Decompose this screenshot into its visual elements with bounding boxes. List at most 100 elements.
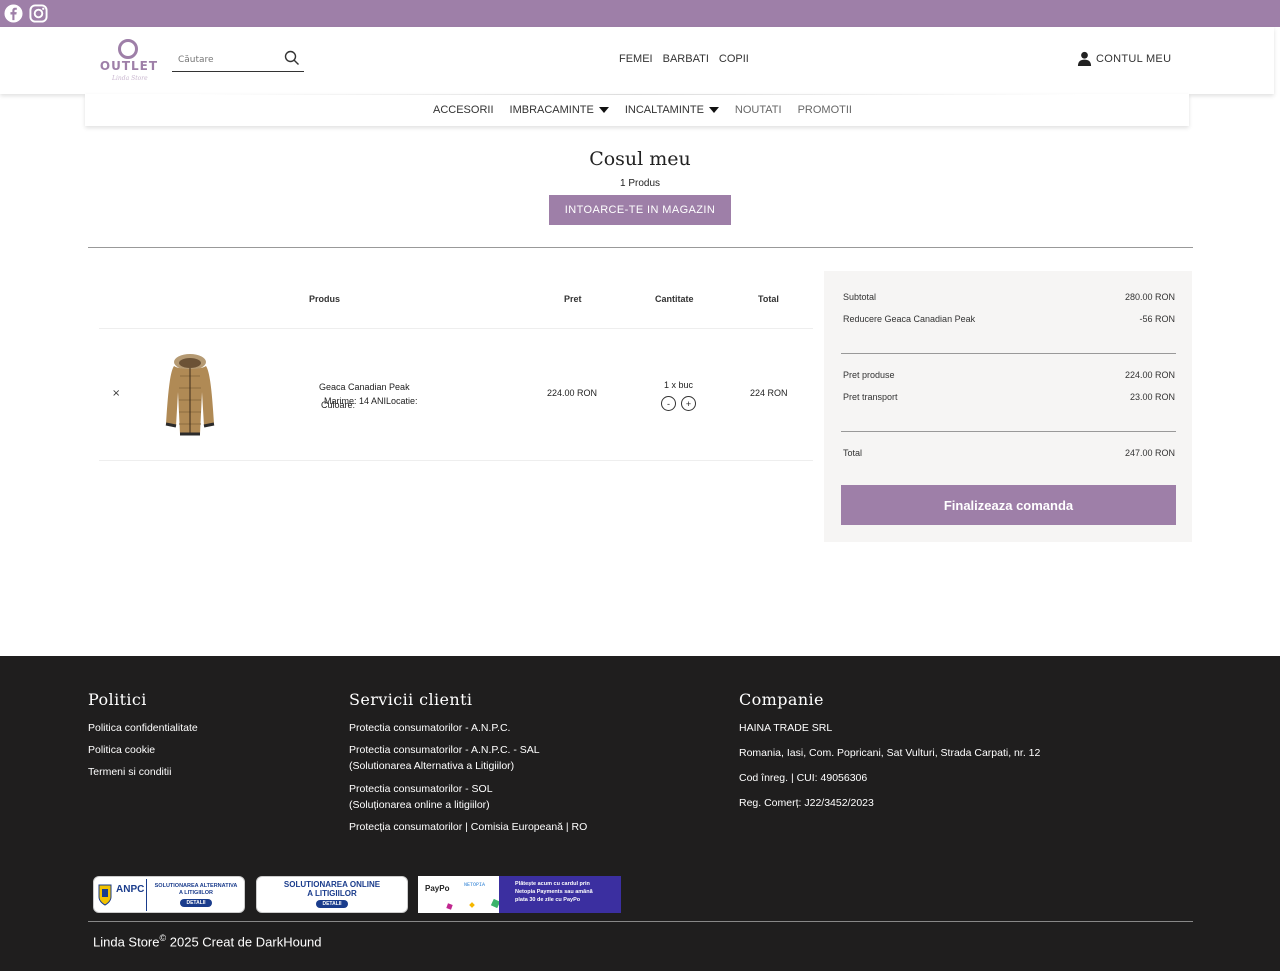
total-value: 247.00 RON [1124, 448, 1175, 458]
nav-promotii[interactable]: PROMOTII [798, 104, 852, 116]
page-title: Cosul meu [589, 148, 691, 170]
discount-value: -56 RON [1139, 314, 1175, 324]
account-link[interactable]: CONTUL MEU [1077, 51, 1171, 66]
nav-incaltaminte[interactable]: INCALTAMINTE [625, 104, 719, 116]
category-nav-bar: ACCESORII IMBRACAMINTE INCALTAMINTE NOUT… [85, 94, 1189, 126]
user-icon [1077, 51, 1092, 66]
anpc-sal-text1: SOLUTIONAREA ALTERNATIVA [154, 883, 238, 889]
footer-link-privacy[interactable]: Politica confidentialitate [88, 720, 198, 736]
search-box [172, 50, 304, 72]
netopia-paypo-badge[interactable]: PayPo NETOPIA Plătește acum cu cardul pr… [418, 876, 621, 913]
divider [841, 353, 1176, 354]
company-reg: Reg. Comerț: J22/3452/2023 [739, 797, 874, 809]
caret-down-icon [708, 107, 719, 113]
anpc-sal-badge[interactable]: ANPC SOLUTIONAREA ALTERNATIVA A LITIGIIL… [93, 876, 245, 913]
logo-subtext: Linda Store [112, 75, 148, 82]
nav-barbati[interactable]: BARBATI [663, 53, 709, 65]
nav-noutati[interactable]: NOUTATI [735, 104, 782, 116]
nav-incaltaminte-label: INCALTAMINTE [624, 104, 704, 116]
shipping-label: Pret transport [843, 392, 898, 402]
back-to-shop-button[interactable]: INTOARCE-TE IN MAGAZIN [549, 195, 731, 225]
netopia-text3: plata 30 de zile cu PayPo [515, 897, 581, 903]
total-label: Total [843, 448, 863, 458]
copyright-brand: Linda Store [93, 934, 160, 950]
nav-femei[interactable]: FEMEI [619, 53, 653, 65]
anpc-sal-text2: A LITIGIILOR [178, 890, 213, 896]
footer-link-sol[interactable]: Protectia consumatorilor - SOL [349, 781, 493, 797]
netopia-text1: Plătește acum cu cardul prin [515, 881, 590, 887]
company-cui: Cod înreg. | CUI: 49056306 [739, 772, 868, 784]
quantity-label: 1 x buc [664, 380, 694, 390]
facebook-icon[interactable] [4, 4, 23, 23]
footer-link-sol-desc[interactable]: (Soluționarea online a litigiilor) [349, 797, 490, 813]
search-icon[interactable] [284, 50, 300, 66]
column-header-price: Pret [564, 294, 582, 304]
footer-heading-servicii: Servicii clienti [349, 690, 473, 709]
search-input[interactable] [178, 53, 278, 67]
column-header-total: Total [758, 294, 779, 304]
footer-link-terms[interactable]: Termeni si conditii [88, 764, 171, 780]
logo-ring-icon [118, 39, 138, 59]
shipping-value: 23.00 RON [1129, 392, 1175, 402]
divider [88, 247, 1193, 248]
copyright: Linda Store© 2025 Creat de DarkHound [93, 933, 322, 949]
paypo-brand: PayPo [425, 884, 450, 893]
product-price: 224.00 RON [547, 388, 598, 398]
site-footer: Politici Politica confidentialitate Poli… [0, 656, 1280, 971]
netopia-text2: Netopia Payments sau amână [515, 889, 593, 895]
subtotal-label: Subtotal [843, 292, 877, 302]
footer-link-cookie[interactable]: Politica cookie [88, 742, 155, 758]
company-address: Romania, Iasi, Com. Popricani, Sat Vultu… [739, 747, 1041, 759]
nav-accesorii[interactable]: ACCESORII [433, 104, 494, 116]
anpc-sol-badge[interactable]: SOLUTIONAREA ONLINE A LITIGIILOR DETALII [256, 876, 408, 913]
footer-heading-companie: Companie [739, 690, 824, 709]
footer-link-anpc[interactable]: Protectia consumatorilor - A.N.P.C. [349, 720, 510, 736]
anpc-sol-details-button: DETALII [316, 900, 348, 908]
account-label: CONTUL MEU [1096, 52, 1172, 65]
table-divider [99, 460, 813, 461]
anpc-crest-icon [98, 884, 112, 906]
products-price-label: Pret produse [843, 370, 895, 380]
nav-imbracaminte-label: IMBRACAMINTE [509, 104, 594, 116]
outlet-logo[interactable]: OUTLET Linda Store [98, 39, 160, 83]
remove-item-button[interactable]: × [112, 388, 120, 399]
netopia-brand: NETOPIA [464, 882, 486, 888]
instagram-icon[interactable] [29, 4, 48, 23]
divider [841, 431, 1176, 432]
logo-text: OUTLET [99, 59, 159, 73]
quantity-increase-button[interactable]: + [681, 396, 696, 411]
subtotal-value: 280.00 RON [1124, 292, 1175, 302]
company-name: HAINA TRADE SRL [739, 722, 833, 734]
anpc-sol-text2: A LITIGIILOR [307, 889, 357, 898]
cart-item-count: 1 Produs [619, 178, 661, 189]
product-attributes: Culoare: Marime: 14 ANILocatie: [321, 396, 461, 411]
category-nav: ACCESORII IMBRACAMINTE INCALTAMINTE NOUT… [433, 104, 852, 116]
divider [195, 94, 1079, 95]
anpc-brand: ANPC [116, 884, 145, 895]
footer-link-ec[interactable]: Protecția consumatorilor | Comisia Europ… [349, 819, 587, 835]
checkout-button[interactable]: Finalizeaza comanda [841, 485, 1176, 525]
product-image-jacket[interactable] [160, 352, 220, 436]
main-nav: FEMEI BARBATI COPII [619, 53, 749, 65]
product-size-label: Marime: 14 ANILocatie: [324, 396, 418, 406]
copyright-text: 2025 Creat de DarkHound [166, 934, 322, 950]
site-header: OUTLET Linda Store FEMEI BARBATI COPII C… [0, 27, 1274, 94]
table-divider [99, 328, 813, 329]
nav-imbracaminte[interactable]: IMBRACAMINTE [510, 104, 609, 116]
discount-label: Reducere Geaca Canadian Peak [843, 314, 976, 324]
product-name[interactable]: Geaca Canadian Peak [319, 382, 410, 392]
footer-link-anpc-sal[interactable]: Protectia consumatorilor - A.N.P.C. - SA… [349, 742, 540, 758]
footer-heading-politici: Politici [88, 690, 147, 709]
order-summary: Subtotal 280.00 RON Reducere Geaca Canad… [824, 271, 1192, 542]
nav-copii[interactable]: COPII [719, 53, 749, 65]
quantity-decrease-button[interactable]: - [661, 396, 676, 411]
top-bar [0, 0, 1280, 27]
row-total: 224 RON [750, 388, 788, 398]
anpc-sol-text1: SOLUTIONAREA ONLINE [283, 880, 381, 889]
footer-link-anpc-sal-desc[interactable]: (Solutionarea Alternativa a Litigiilor) [349, 758, 514, 774]
column-header-product: Produs [309, 294, 341, 304]
products-price-value: 224.00 RON [1124, 370, 1175, 380]
column-header-quantity: Cantitate [655, 294, 694, 304]
divider [88, 921, 1193, 922]
anpc-sal-details-button: DETALII [180, 899, 212, 907]
